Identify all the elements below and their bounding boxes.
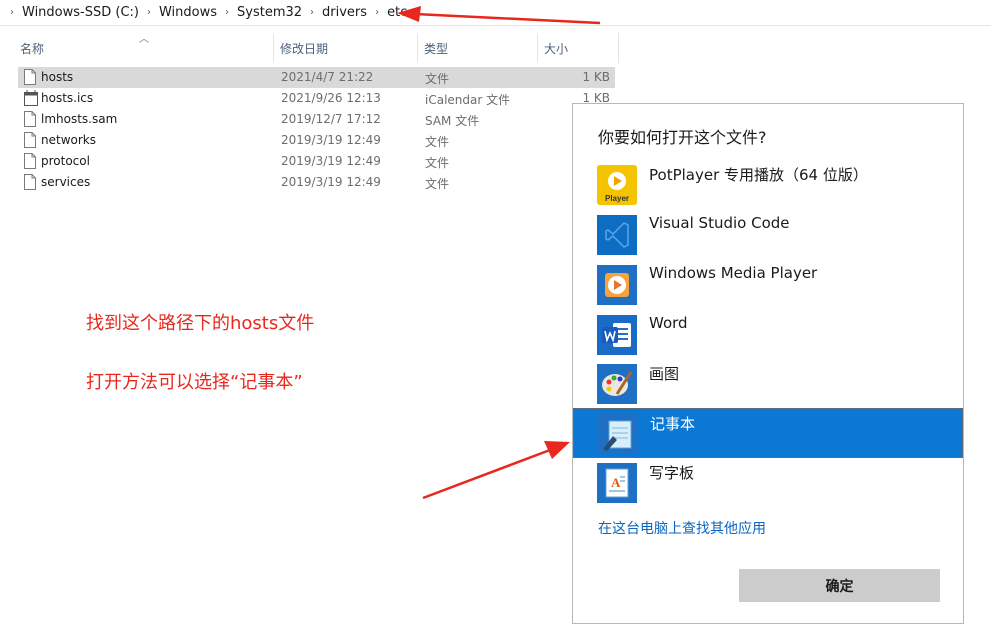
file-type: 文件 (425, 177, 450, 191)
app-option-label: PotPlayer 专用播放（64 位版） (649, 166, 868, 184)
vscode-icon (597, 215, 637, 255)
app-option-media-player[interactable]: Windows Media Player (573, 260, 963, 310)
column-header-name[interactable]: 名称 (14, 33, 274, 63)
chevron-right-icon[interactable]: › (225, 7, 229, 18)
breadcrumb-item-drive[interactable]: Windows-SSD (C:) (22, 5, 139, 20)
open-with-dialog: 你要如何打开这个文件? Player PotPlayer 专用播放（64 位版）… (572, 103, 964, 624)
file-name: hosts.ics (41, 91, 94, 105)
file-type: iCalendar 文件 (425, 93, 511, 107)
annotation-arrow-notepad (422, 441, 570, 500)
dialog-title: 你要如何打开这个文件? (598, 128, 767, 147)
app-option-label: Visual Studio Code (649, 214, 790, 232)
app-option-notepad[interactable]: 记事本 (573, 408, 963, 458)
chevron-right-icon[interactable]: › (375, 7, 379, 18)
file-date: 2021/9/26 12:13 (281, 91, 381, 105)
app-option-label: 记事本 (650, 415, 696, 433)
file-date: 2019/3/19 12:49 (281, 133, 381, 147)
file-date: 2019/3/19 12:49 (281, 175, 381, 189)
file-name: hosts (41, 70, 74, 84)
file-date: 2021/4/7 21:22 (281, 70, 374, 84)
file-name: lmhosts.sam (41, 112, 118, 126)
app-option-label: 写字板 (649, 464, 695, 482)
column-header-date-label: 修改日期 (280, 41, 329, 56)
file-name: services (41, 175, 91, 189)
wordpad-icon: A (597, 463, 637, 503)
breadcrumb-item-drivers[interactable]: drivers (322, 5, 367, 20)
chevron-right-icon[interactable]: › (10, 7, 14, 18)
file-row[interactable]: hosts.ics 2021/9/26 12:13 iCalendar 文件 1… (18, 88, 615, 109)
file-date: 2019/12/7 17:12 (281, 112, 381, 126)
app-option-label: Word (649, 314, 688, 332)
chevron-right-icon[interactable]: › (147, 7, 151, 18)
file-type: 文件 (425, 156, 450, 170)
ok-button[interactable]: 确定 (739, 569, 940, 602)
svg-text:Player: Player (605, 194, 629, 203)
file-name: networks (41, 133, 96, 147)
breadcrumb-item-system32[interactable]: System32 (237, 5, 302, 20)
file-icon (24, 132, 36, 148)
column-header-name-label: 名称 (20, 41, 45, 56)
svg-text:A: A (611, 475, 621, 490)
potplayer-icon: Player (597, 165, 637, 205)
more-apps-link[interactable]: 在这台电脑上查找其他应用 (598, 518, 766, 538)
column-header-type[interactable]: 类型 (418, 33, 538, 63)
file-type: 文件 (425, 135, 450, 149)
chevron-right-icon[interactable]: › (310, 7, 314, 18)
word-icon (597, 315, 637, 355)
column-header-date[interactable]: 修改日期 (274, 33, 418, 63)
file-row[interactable]: lmhosts.sam 2019/12/7 17:12 SAM 文件 (18, 109, 615, 130)
file-icon (24, 111, 36, 127)
file-row[interactable]: protocol 2019/3/19 12:49 文件 (18, 151, 615, 172)
app-option-label: 画图 (649, 365, 680, 383)
app-option-paint[interactable]: 画图 (573, 359, 963, 409)
app-option-potplayer[interactable]: Player PotPlayer 专用播放（64 位版） (573, 160, 963, 210)
app-option-word[interactable]: Word (573, 310, 963, 360)
file-type: SAM 文件 (425, 114, 480, 128)
app-option-label: Windows Media Player (649, 264, 818, 282)
column-header-type-label: 类型 (424, 41, 449, 56)
file-icon (24, 153, 36, 169)
annotation-arrow-breadcrumb (397, 6, 601, 25)
file-row[interactable]: networks 2019/3/19 12:49 文件 (18, 130, 615, 151)
media-player-icon (597, 265, 637, 305)
file-name: protocol (41, 154, 90, 168)
file-date: 2019/3/19 12:49 (281, 154, 381, 168)
file-type: 文件 (425, 72, 450, 86)
breadcrumb-item-windows[interactable]: Windows (159, 5, 217, 20)
column-header-size-label: 大小 (544, 41, 569, 56)
annotation-text-hosts: 找到这个路径下的hosts文件 (86, 313, 315, 334)
calendar-file-icon (24, 90, 38, 106)
paint-icon (597, 364, 637, 404)
file-icon (24, 174, 36, 190)
column-header-size[interactable]: 大小 (538, 33, 619, 63)
file-row[interactable]: services 2019/3/19 12:49 文件 (18, 172, 615, 193)
file-row[interactable]: hosts 2021/4/7 21:22 文件 1 KB (18, 67, 615, 88)
file-size: 1 KB (582, 70, 610, 84)
app-option-vscode[interactable]: Visual Studio Code (573, 210, 963, 260)
file-icon (24, 69, 36, 85)
app-option-wordpad[interactable]: A 写字板 (573, 458, 963, 508)
annotation-text-notepad: 打开方法可以选择“记事本” (86, 372, 303, 393)
notepad-icon (598, 414, 638, 454)
